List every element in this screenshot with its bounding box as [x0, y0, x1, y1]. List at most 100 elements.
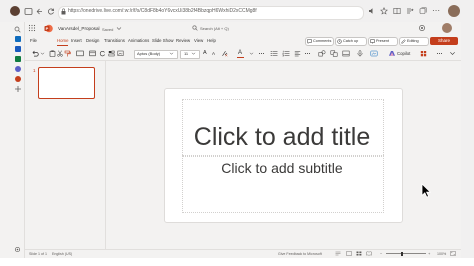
designer-icon[interactable]: [370, 50, 378, 57]
shapes-icon[interactable]: [318, 50, 326, 57]
sidebar-settings-icon[interactable]: [14, 246, 21, 253]
normal-view-icon[interactable]: [346, 251, 352, 256]
excel-icon[interactable]: [15, 56, 21, 62]
font-name-chevron-icon: [169, 51, 174, 56]
collections-icon[interactable]: [419, 7, 427, 15]
zoom-out-button[interactable]: −: [380, 251, 382, 256]
toolbar-overflow-icon[interactable]: [436, 50, 443, 57]
app-launcher-icon[interactable]: [28, 24, 36, 32]
pencil-icon: [401, 38, 406, 44]
title-placeholder-text: Click to add title: [193, 123, 371, 151]
zoom-in-button[interactable]: +: [428, 251, 430, 256]
url-text[interactable]: https://onedrive.live.com/:w:/r/f/s/C8dF…: [68, 8, 257, 14]
zoom-slider-track[interactable]: [386, 253, 426, 255]
numbering-icon[interactable]: [282, 50, 290, 57]
powerpoint-logo-icon: P: [44, 24, 53, 33]
outlook-icon[interactable]: [15, 36, 21, 42]
undo-dropdown-icon[interactable]: [40, 51, 45, 56]
font-color-button[interactable]: A: [238, 50, 242, 56]
zoom-level[interactable]: 100%: [437, 252, 446, 256]
arrange-icon[interactable]: [330, 50, 338, 57]
feedback-link[interactable]: Give Feedback to Microsoft: [278, 252, 322, 256]
comment-icon: [307, 38, 312, 44]
shrink-font-button[interactable]: A: [212, 51, 215, 56]
cut-icon[interactable]: [57, 50, 63, 57]
reset-icon[interactable]: [99, 50, 106, 57]
dictate-icon[interactable]: [356, 50, 364, 57]
slide-thumbnail[interactable]: [38, 67, 95, 99]
section-icon[interactable]: [108, 50, 115, 57]
save-status: Saved: [102, 26, 114, 32]
tab-insert[interactable]: Insert: [71, 38, 82, 43]
save-status-chevron-icon[interactable]: [116, 26, 122, 31]
teams-icon[interactable]: [15, 66, 21, 72]
notes-icon[interactable]: [335, 251, 341, 256]
design-icon[interactable]: [117, 50, 124, 57]
read-aloud-icon[interactable]: [368, 7, 376, 15]
onenote-icon[interactable]: [15, 76, 21, 82]
more-paragraph-options-icon[interactable]: [304, 50, 311, 57]
reading-view-icon[interactable]: [366, 251, 372, 256]
mouse-cursor-icon: [421, 183, 431, 198]
font-color-chevron-icon[interactable]: [249, 51, 254, 56]
add-ins-icon[interactable]: [420, 50, 427, 57]
search-box[interactable]: Search (Alt + Q): [200, 26, 229, 31]
copilot-icon[interactable]: [388, 50, 396, 57]
font-color-swatch: [237, 57, 244, 59]
profile-avatar[interactable]: [10, 6, 20, 16]
font-size-chevron-icon: [191, 51, 196, 56]
editing-label: Editing: [407, 38, 419, 43]
language-status[interactable]: English (US): [52, 252, 72, 256]
favorites-list-icon[interactable]: [406, 7, 414, 15]
user-avatar[interactable]: [442, 23, 452, 33]
font-size-dropdown[interactable]: [180, 49, 200, 59]
bullets-icon[interactable]: [270, 50, 278, 57]
tab-home[interactable]: Home: [57, 38, 68, 43]
catch-up-icon: [337, 38, 342, 44]
search-sidebar-icon[interactable]: [14, 26, 21, 33]
word-icon[interactable]: [15, 46, 21, 52]
new-slide-icon[interactable]: [76, 50, 84, 57]
tab-file[interactable]: File: [30, 38, 37, 43]
tab-design[interactable]: Design: [86, 38, 99, 43]
comments-label: Comments: [313, 38, 332, 43]
layout-icon[interactable]: [89, 50, 96, 57]
add-app-icon[interactable]: [14, 85, 22, 93]
fit-to-window-icon[interactable]: [450, 251, 456, 256]
collapse-ribbon-icon[interactable]: [449, 50, 456, 57]
back-icon[interactable]: [36, 7, 44, 16]
split-screen-icon[interactable]: [393, 7, 401, 15]
tabs-icon[interactable]: [24, 7, 33, 16]
present-label: Present: [376, 38, 390, 43]
paste-icon[interactable]: [49, 50, 56, 57]
browser-menu-icon[interactable]: ⋯: [432, 6, 440, 15]
slide-count: Slide 1 of 1: [29, 251, 47, 256]
format-painter-icon[interactable]: [64, 50, 71, 57]
catch-up-label: Catch up: [343, 38, 359, 43]
more-font-options-icon[interactable]: [258, 50, 265, 57]
tab-animations[interactable]: Animations: [128, 38, 149, 43]
clear-formatting-icon[interactable]: [221, 50, 228, 57]
favorite-icon[interactable]: [380, 7, 388, 15]
grow-font-button[interactable]: A: [203, 50, 207, 56]
quick-styles-icon[interactable]: [342, 50, 350, 57]
refresh-icon[interactable]: [47, 7, 55, 16]
file-name[interactable]: VanArsdel_Proposal: [58, 26, 100, 31]
edge-profile-avatar[interactable]: [448, 5, 460, 17]
copilot-label[interactable]: Copilot: [397, 51, 410, 56]
undo-icon[interactable]: [31, 50, 39, 57]
align-icon[interactable]: [294, 50, 301, 57]
search-icon[interactable]: [192, 25, 198, 31]
zoom-slider-thumb[interactable]: [401, 251, 403, 256]
browser-sidebar: [0, 22, 25, 266]
lock-icon: [61, 8, 66, 15]
tab-review[interactable]: Review: [176, 38, 190, 43]
settings-icon[interactable]: [418, 24, 426, 32]
window-right-edge: [461, 22, 474, 258]
tab-view[interactable]: View: [194, 38, 203, 43]
slide-sorter-icon[interactable]: [356, 251, 362, 256]
tab-transitions[interactable]: Transitions: [104, 38, 125, 43]
tab-help[interactable]: Help: [207, 38, 216, 43]
tab-slide-show[interactable]: Slide Show: [152, 38, 174, 43]
share-button[interactable]: Share: [430, 36, 458, 45]
